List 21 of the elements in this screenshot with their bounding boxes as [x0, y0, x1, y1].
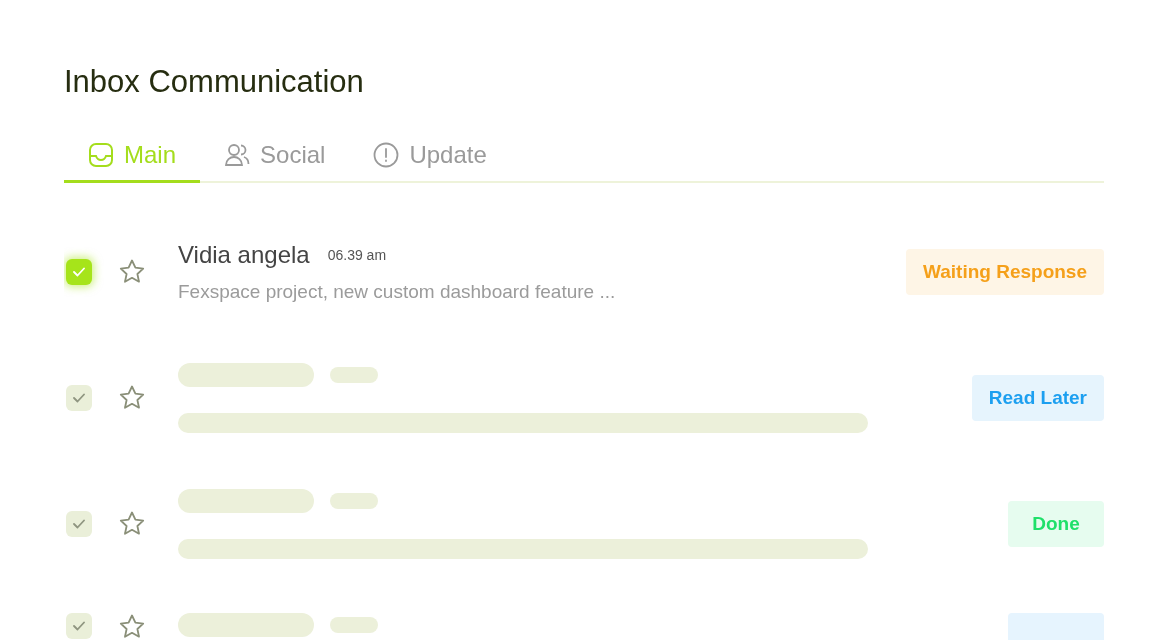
- message-preview: Fexspace project, new custom dashboard feature ...: [178, 280, 617, 304]
- status-tag: Read Later: [971, 375, 1104, 421]
- page-title: Inbox Communication: [64, 63, 364, 101]
- tab[interactable]: Update: [349, 140, 511, 183]
- sender-name: Vidia angela: [178, 240, 310, 270]
- tab[interactable]: Main: [64, 140, 201, 183]
- skeleton-bar: [330, 617, 378, 633]
- status-tag: Waiting Response: [906, 249, 1104, 295]
- skeleton-bar: [330, 493, 378, 509]
- star-icon[interactable]: [118, 613, 146, 640]
- message-time: 06.39 am: [327, 247, 387, 263]
- checkbox[interactable]: [66, 259, 92, 285]
- alert-icon: [373, 142, 400, 168]
- skeleton-bar: [330, 367, 378, 383]
- status-tag: Done: [1008, 501, 1104, 547]
- inbox-icon: [88, 142, 114, 168]
- checkbox[interactable]: [66, 511, 92, 537]
- people-icon: [224, 142, 251, 168]
- tab[interactable]: Social: [200, 140, 350, 183]
- checkbox[interactable]: [66, 385, 92, 411]
- checkbox[interactable]: [66, 613, 92, 639]
